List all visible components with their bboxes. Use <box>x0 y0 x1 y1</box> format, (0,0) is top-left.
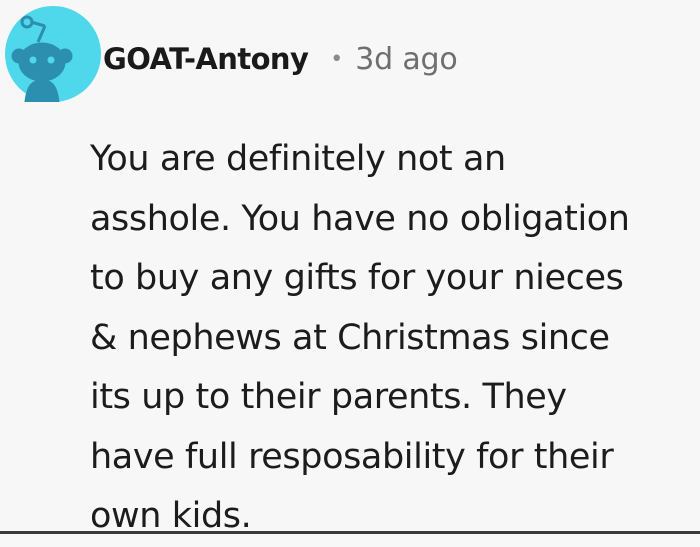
comment-body-line: asshole. You have no obligation <box>90 198 630 239</box>
meta-separator: • <box>330 46 344 72</box>
comment-meta: GOAT-Antony • 3d ago <box>103 37 458 81</box>
comment-timestamp[interactable]: 3d ago <box>355 42 457 77</box>
comment-body-line: You are definitely not an <box>90 139 506 179</box>
comment: GOAT-Antony • 3d ago You are definitely … <box>0 0 700 536</box>
comment-body-line: its up to their parents. They <box>90 377 567 417</box>
reddit-snoo-avatar-icon <box>5 6 101 103</box>
username-link[interactable]: GOAT-Antony <box>103 42 309 76</box>
comment-body-line: & nephews at Christmas since <box>90 317 610 358</box>
comment-body-line: to buy any gifts for your nieces <box>90 258 624 298</box>
user-avatar[interactable] <box>5 6 101 103</box>
comment-body-line: have full resposability for their <box>90 436 614 477</box>
comment-body: You are definitely not an asshole. You h… <box>90 130 690 547</box>
comment-body-line: own kids. <box>90 496 252 536</box>
